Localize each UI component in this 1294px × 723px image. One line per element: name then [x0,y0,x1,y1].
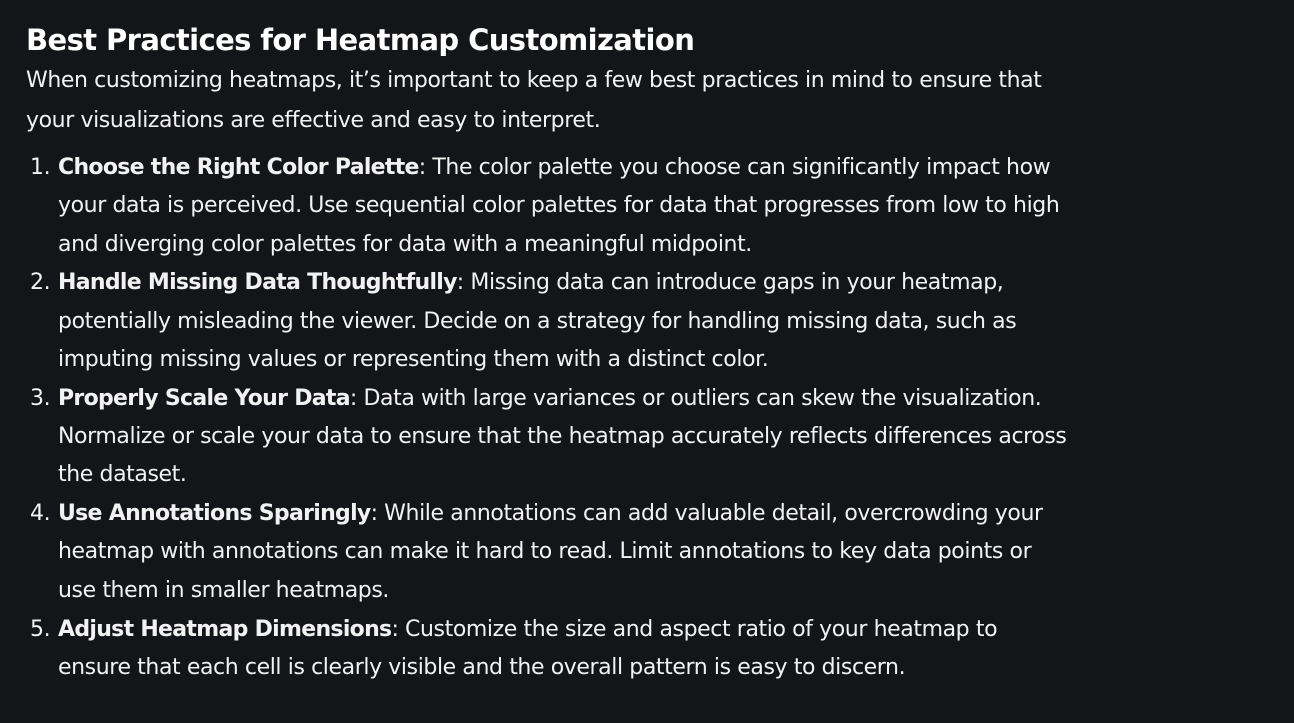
list-number: 2. [30,270,51,296]
list-item-color-palette: 1. Choose the Right Color Palette: The c… [26,149,1071,264]
practice-term: Choose the Right Color Palette [58,155,419,180]
list-number: 1. [30,155,51,180]
practice-term: Properly Scale Your Data [58,385,351,411]
practice-term: Handle Missing Data Thoughtfully [58,270,457,296]
article: Best Practices for Heatmap Customization… [0,0,1294,723]
list-item-annotations: 4. Use Annotations Sparingly: While anno… [26,495,1071,610]
intro-paragraph: When customizing heatmaps, it’s importan… [26,68,1042,133]
list-item-scale-data: 3. Properly Scale Your Data: Data with l… [26,380,1071,495]
section-heading: Best Practices for Heatmap Customization [26,23,695,57]
list-number: 5. [30,616,51,642]
best-practices-list: 1. Choose the Right Color Palette: The c… [26,149,1071,687]
practice-term: Adjust Heatmap Dimensions [58,616,392,642]
list-number: 3. [30,385,51,411]
practice-term: Use Annotations Sparingly [58,501,371,527]
list-number: 4. [30,501,51,527]
list-item-missing-data: 2. Handle Missing Data Thoughtfully: Mis… [26,264,1071,379]
list-item-dimensions: 5. Adjust Heatmap Dimensions: Customize … [26,611,1071,688]
